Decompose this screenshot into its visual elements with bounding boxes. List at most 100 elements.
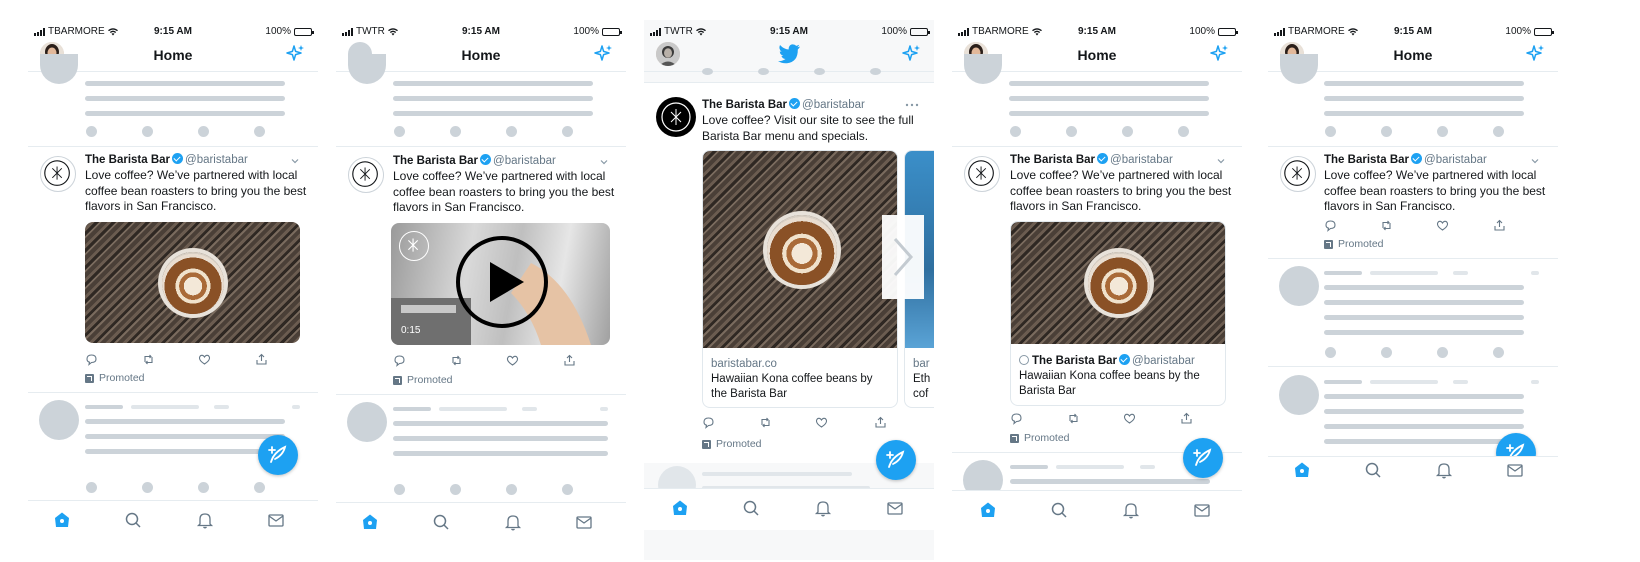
sparkle-icon[interactable] xyxy=(286,44,306,64)
reply-icon[interactable] xyxy=(1010,412,1023,425)
share-icon[interactable] xyxy=(874,416,887,429)
reply-icon[interactable] xyxy=(85,353,98,366)
tweet-author-handle[interactable]: @baristabar xyxy=(1110,154,1173,166)
tweet-author-handle[interactable]: @baristabar xyxy=(802,99,865,111)
carousel-card[interactable]: baristabar.co Hawaiian Kona coffee beans… xyxy=(702,150,898,408)
share-icon[interactable] xyxy=(1180,412,1193,425)
like-icon[interactable] xyxy=(1436,219,1449,232)
share-icon[interactable] xyxy=(1493,219,1506,232)
battery-percent: 100% xyxy=(881,26,907,37)
mail-icon[interactable] xyxy=(575,513,593,531)
home-icon[interactable] xyxy=(979,501,997,519)
barista-bar-logo[interactable] xyxy=(964,156,1000,192)
skeleton-line xyxy=(1531,271,1539,275)
profile-avatar[interactable] xyxy=(656,42,680,66)
skeleton-line xyxy=(393,421,608,426)
twitter-bird-icon[interactable] xyxy=(777,43,801,65)
video-duration: 0:15 xyxy=(401,325,421,336)
sparkle-icon[interactable] xyxy=(594,44,614,64)
chevron-down-icon[interactable] xyxy=(291,157,299,165)
chevron-down-icon[interactable] xyxy=(1217,157,1225,165)
barista-bar-logo[interactable] xyxy=(1280,156,1316,192)
bell-icon[interactable] xyxy=(1435,461,1453,479)
tweet-author-handle[interactable]: @baristabar xyxy=(493,155,556,167)
barista-bar-logo[interactable] xyxy=(656,97,696,137)
tweet-author-handle[interactable]: @baristabar xyxy=(185,154,248,166)
sparkle-icon[interactable] xyxy=(1210,44,1230,64)
promoted-text: Promoted xyxy=(407,374,453,386)
bell-icon[interactable] xyxy=(196,511,214,529)
search-icon[interactable] xyxy=(742,499,760,517)
share-icon[interactable] xyxy=(255,353,268,366)
like-icon[interactable] xyxy=(506,354,519,367)
search-icon[interactable] xyxy=(432,513,450,531)
play-icon[interactable] xyxy=(454,234,550,330)
mail-icon[interactable] xyxy=(1193,501,1211,519)
compose-button[interactable] xyxy=(1183,438,1223,478)
compose-icon xyxy=(1193,448,1212,466)
tweet-author-name[interactable]: The Barista Bar xyxy=(702,99,787,111)
skeleton-line xyxy=(1009,81,1209,86)
skeleton-avatar xyxy=(348,54,386,84)
bell-icon[interactable] xyxy=(814,499,832,517)
bell-icon[interactable] xyxy=(504,513,522,531)
compose-button[interactable] xyxy=(876,440,916,480)
skeleton-dot xyxy=(1437,347,1448,358)
share-icon[interactable] xyxy=(563,354,576,367)
tweet-author-handle[interactable]: @baristabar xyxy=(1424,154,1487,166)
latte-cup xyxy=(767,215,837,285)
carousel-next-button[interactable] xyxy=(882,215,924,299)
skeleton-dot xyxy=(1381,347,1392,358)
retweet-icon[interactable] xyxy=(1067,412,1080,425)
tweet-author-name[interactable]: The Barista Bar xyxy=(1010,154,1095,166)
mail-icon[interactable] xyxy=(1506,461,1524,479)
like-icon[interactable] xyxy=(198,353,211,366)
divider xyxy=(1268,146,1558,147)
retweet-icon[interactable] xyxy=(450,354,463,367)
tweet-author-name[interactable]: The Barista Bar xyxy=(85,154,170,166)
search-icon[interactable] xyxy=(124,511,142,529)
compose-button[interactable] xyxy=(258,435,298,475)
skeleton-dot xyxy=(198,482,209,493)
tweet-video[interactable]: 0:15 xyxy=(391,223,610,345)
reply-icon[interactable] xyxy=(1324,219,1337,232)
home-icon[interactable] xyxy=(361,513,379,531)
carousel-card-next-body: bar Eth cof xyxy=(905,351,934,407)
home-icon[interactable] xyxy=(671,499,689,517)
retweet-icon[interactable] xyxy=(759,416,772,429)
tweet-header: The Barista Bar @baristabar xyxy=(85,153,248,166)
tweet-author-name[interactable]: The Barista Bar xyxy=(393,155,478,167)
sparkle-icon[interactable] xyxy=(902,44,922,64)
barista-bar-logo[interactable] xyxy=(348,157,384,193)
like-icon[interactable] xyxy=(1123,412,1136,425)
tweet-author-name[interactable]: The Barista Bar xyxy=(1324,154,1409,166)
retweet-icon[interactable] xyxy=(142,353,155,366)
mail-icon[interactable] xyxy=(267,511,285,529)
tweet-actions xyxy=(393,354,593,368)
retweet-icon[interactable] xyxy=(1380,219,1393,232)
barista-bar-logo[interactable] xyxy=(40,156,76,192)
card-domain: bar xyxy=(913,358,930,370)
skeleton-avatar xyxy=(39,400,79,440)
reply-icon[interactable] xyxy=(702,416,715,429)
website-card[interactable]: The Barista Bar @baristabar Hawaiian Kona… xyxy=(1010,221,1226,406)
reply-icon[interactable] xyxy=(393,354,406,367)
status-bar: TBARMORE 9:15 AM 100% xyxy=(28,26,318,40)
divider xyxy=(336,146,626,147)
home-icon[interactable] xyxy=(53,511,71,529)
search-icon[interactable] xyxy=(1050,501,1068,519)
skeleton-line xyxy=(1453,380,1468,384)
skeleton-dot xyxy=(450,484,461,495)
like-icon[interactable] xyxy=(815,416,828,429)
more-options-icon[interactable] xyxy=(905,102,919,108)
mail-icon[interactable] xyxy=(886,499,904,517)
skeleton-dot xyxy=(814,68,825,75)
search-icon[interactable] xyxy=(1364,461,1382,479)
home-icon[interactable] xyxy=(1293,461,1311,479)
top-nav xyxy=(644,42,934,72)
tweet-image[interactable] xyxy=(85,222,300,343)
sparkle-icon[interactable] xyxy=(1526,44,1546,64)
chevron-down-icon[interactable] xyxy=(1531,157,1539,165)
chevron-down-icon[interactable] xyxy=(600,158,608,166)
bell-icon[interactable] xyxy=(1122,501,1140,519)
